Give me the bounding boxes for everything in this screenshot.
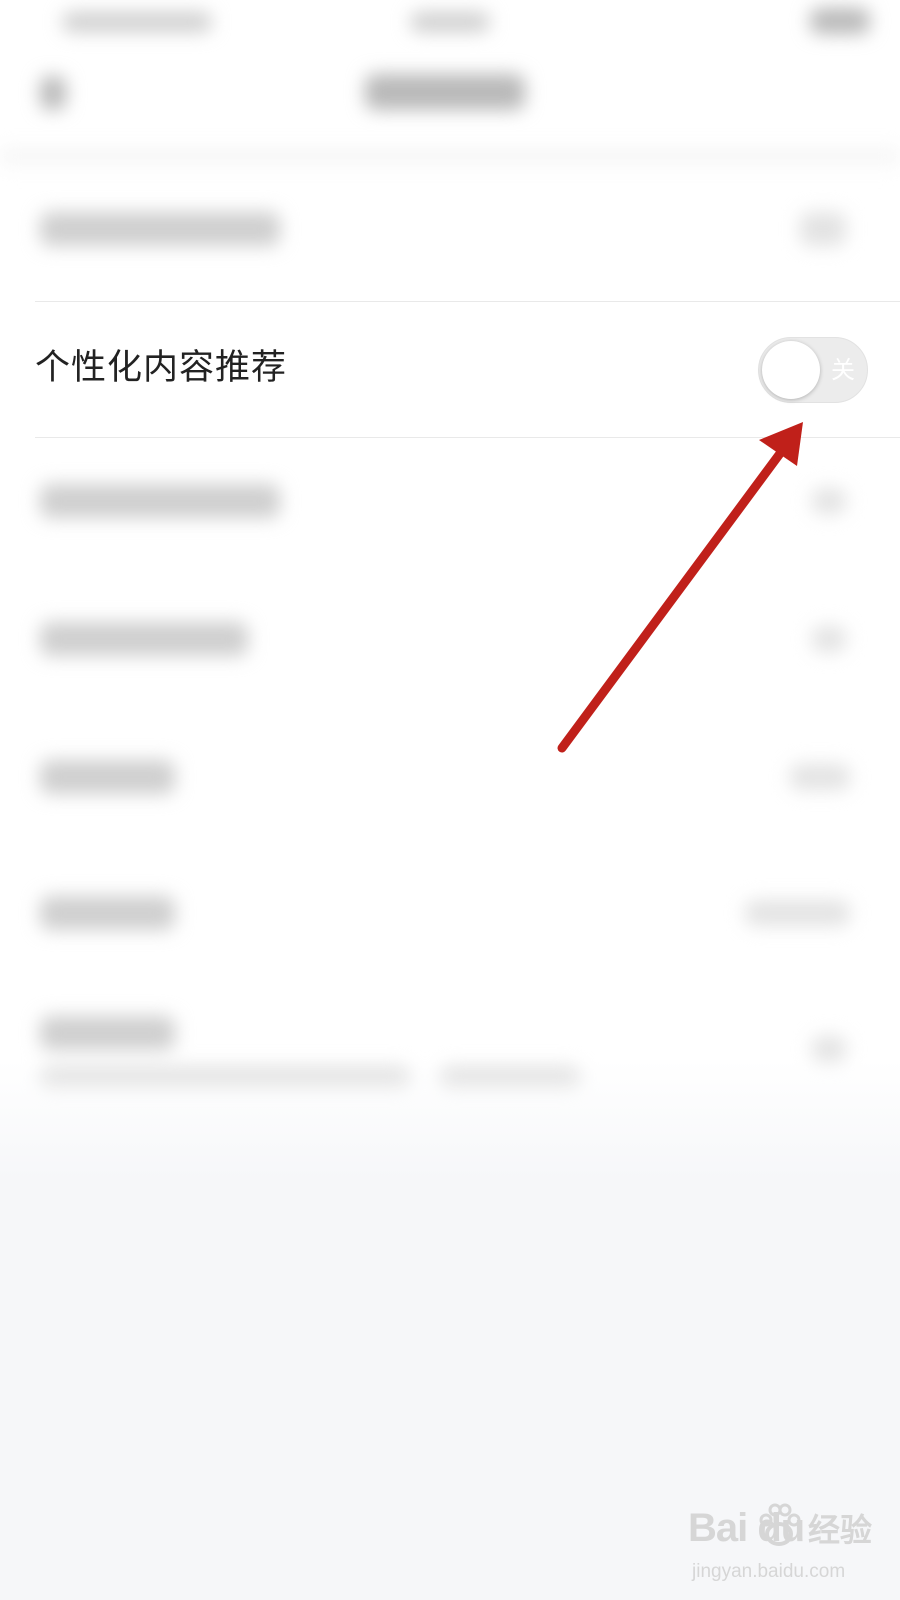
status-time-blurred: [410, 12, 490, 32]
personalized-content-row[interactable]: 个性化内容推荐 关: [0, 300, 900, 436]
watermark-url: jingyan.baidu.com: [692, 1561, 846, 1582]
battery-icon: [810, 8, 870, 34]
navigation-bar: [0, 46, 900, 166]
watermark-brand-text: 经验: [808, 1511, 873, 1549]
toggle-state-text: 关: [831, 356, 855, 384]
status-carrier-blurred: [62, 12, 212, 32]
settings-screen: 个性化内容推荐 关 Bai du 经验 jingyan.baidu.com: [0, 0, 900, 1600]
personalized-content-label: 个性化内容推荐: [35, 348, 288, 388]
baidu-jingyan-watermark: Bai du 经验 jingyan.baidu.com: [688, 1500, 888, 1590]
baidu-paw-icon: [759, 1503, 801, 1546]
row-divider: [35, 437, 900, 438]
nav-bar-shadow: [0, 150, 900, 170]
back-icon[interactable]: [40, 76, 66, 110]
status-bar: [0, 0, 900, 46]
personalized-content-toggle[interactable]: 关: [758, 337, 868, 403]
page-title-blurred: [365, 74, 525, 110]
toggle-knob: [762, 341, 820, 399]
